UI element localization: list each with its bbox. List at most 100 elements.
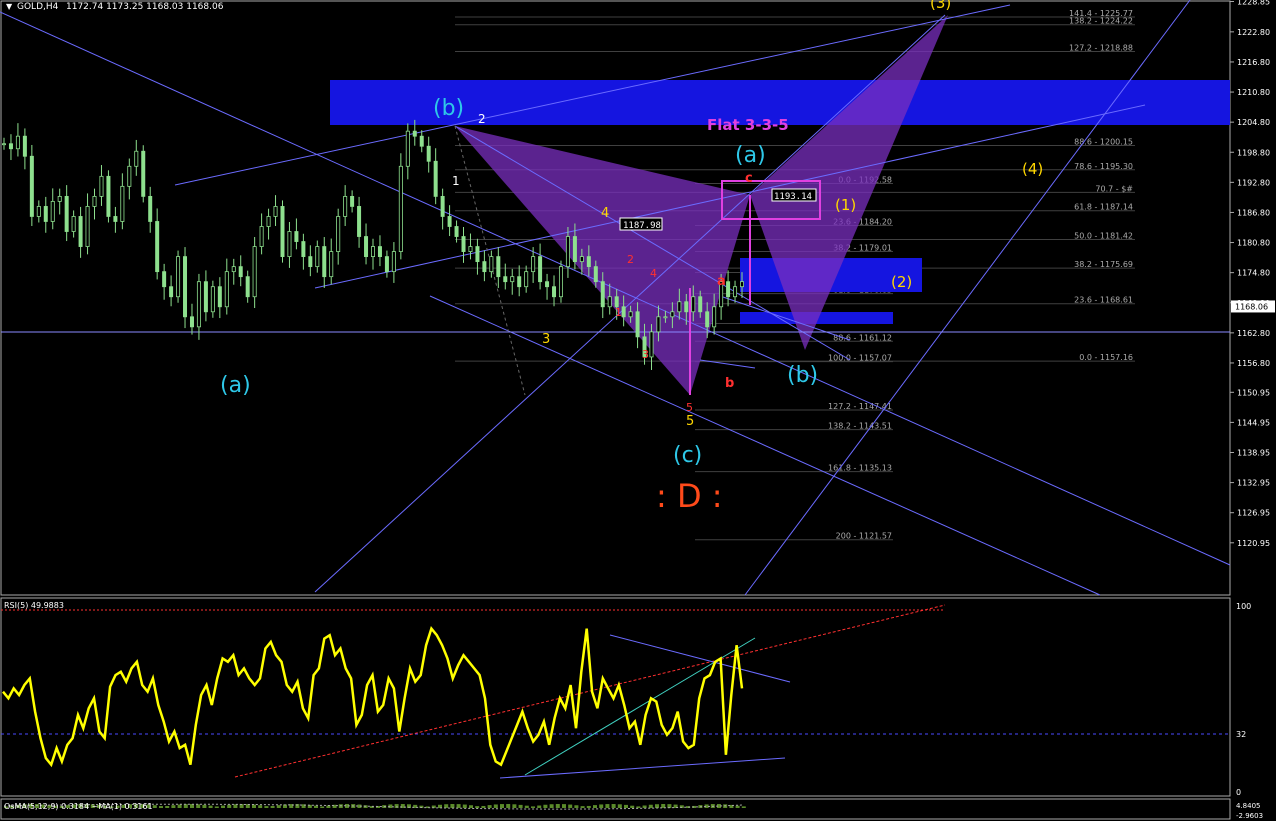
candle-body xyxy=(433,160,438,197)
wave-label-b-top: (b) xyxy=(433,96,464,121)
candle-body xyxy=(350,195,355,207)
price-tick-label: 1186.80 xyxy=(1237,208,1270,217)
candle-body xyxy=(698,296,703,313)
osma-bar xyxy=(636,806,641,808)
osma-bar xyxy=(214,806,219,808)
candle-body xyxy=(15,135,20,150)
price-tick-label: 1228.85 xyxy=(1237,0,1270,7)
candle-body xyxy=(287,231,292,257)
candle-body xyxy=(92,195,97,207)
candle-body xyxy=(120,185,125,222)
osma-bar xyxy=(493,804,498,808)
osma-bar xyxy=(512,804,517,808)
osma-label: OsMA(5,12,9) 0.3184 ~MA(1) 0.3161 xyxy=(4,802,153,811)
osma-bar xyxy=(177,804,182,808)
osma-axis-bottom: -2.9603 xyxy=(1236,812,1263,820)
osma-bar xyxy=(444,804,449,808)
osma-bar xyxy=(524,805,529,808)
candle-body xyxy=(308,256,313,268)
osma-bar xyxy=(537,805,542,808)
price-tick-label: 1192.80 xyxy=(1237,178,1270,187)
osma-bar xyxy=(264,806,269,808)
count-white-2: 2 xyxy=(478,112,486,126)
osma-bar xyxy=(543,804,548,808)
count-red-4: 4 xyxy=(650,267,657,280)
candle-body xyxy=(273,206,278,217)
trading-chart[interactable]: 141.4 - 1225.77138.2 - 1224.22127.2 - 12… xyxy=(0,0,1276,821)
count-red-2: 2 xyxy=(627,253,634,266)
candle-body xyxy=(127,165,132,187)
count-red-3: 3 xyxy=(642,348,649,361)
wave-label-4: (4) xyxy=(1022,160,1043,178)
price-tag-2: 1193.14 xyxy=(774,192,812,202)
candle-body xyxy=(538,256,543,283)
price-tick-label: 1204.80 xyxy=(1237,118,1270,127)
candle-body xyxy=(600,281,605,308)
candle-body xyxy=(322,246,327,278)
osma-bar xyxy=(456,804,461,808)
candle-body xyxy=(343,195,348,217)
candle-body xyxy=(496,256,501,278)
candle-body xyxy=(489,256,494,273)
candle-body xyxy=(447,216,452,227)
osma-bar xyxy=(208,805,213,808)
osma-bar xyxy=(599,804,604,808)
candle-body xyxy=(113,216,118,222)
candle-body xyxy=(162,271,167,288)
osma-bar xyxy=(506,804,511,808)
candle-body xyxy=(663,316,668,319)
osma-bar xyxy=(270,805,275,808)
osma-bar xyxy=(276,805,281,808)
osma-bar xyxy=(617,804,622,808)
candle-body xyxy=(545,281,550,288)
price-tick-label: 1162.80 xyxy=(1237,329,1270,338)
price-tick-label: 1138.95 xyxy=(1237,448,1270,457)
candle-body xyxy=(189,316,194,328)
candle-body xyxy=(517,276,522,288)
candle-body xyxy=(377,246,382,257)
candle-body xyxy=(726,281,731,298)
fib-label-mid: 138.2 - 1143.51 xyxy=(828,422,892,431)
candle-body xyxy=(391,251,396,273)
osma-bar xyxy=(258,805,263,808)
candle-body xyxy=(245,276,250,298)
price-tick-label: 1126.95 xyxy=(1237,509,1270,518)
rsi-axis-0: 0 xyxy=(1236,788,1241,797)
candle-body xyxy=(259,226,264,247)
osma-bar xyxy=(462,804,467,808)
candle-body xyxy=(572,236,577,263)
osma-bar xyxy=(196,804,201,808)
osma-bar xyxy=(500,804,504,808)
candle-body xyxy=(579,256,584,263)
candle-body xyxy=(461,236,466,252)
candle-body xyxy=(677,301,682,313)
candle-body xyxy=(134,150,139,167)
price-tick-label: 1144.95 xyxy=(1237,418,1270,427)
wave-label-1: (1) xyxy=(835,196,856,214)
wave-label-small-b: b xyxy=(725,376,734,391)
candle-body xyxy=(71,216,76,232)
fib-label-right: 88.6 - 1200.15 xyxy=(1074,137,1133,146)
candle-body xyxy=(419,135,424,147)
price-tick-label: 1132.95 xyxy=(1237,479,1270,488)
candle-body xyxy=(593,266,598,283)
osma-axis-top: 4.8405 xyxy=(1236,802,1261,810)
fib-label-right: 78.6 - 1195.30 xyxy=(1074,162,1133,171)
fib-label-right: 70.7 - $# xyxy=(1095,184,1133,193)
collapse-arrow-icon[interactable]: ▼ xyxy=(6,2,13,11)
candle-body xyxy=(231,266,236,273)
candle-body xyxy=(169,286,174,298)
osma-bar xyxy=(562,804,566,808)
count-white-1: 1 xyxy=(452,174,460,188)
candle-body xyxy=(552,286,557,298)
price-tick-label: 1222.80 xyxy=(1237,28,1270,37)
osma-bar xyxy=(221,805,225,808)
wave-label-a-left: (a) xyxy=(220,373,251,398)
candle-body xyxy=(426,145,431,162)
osma-bar xyxy=(252,804,256,808)
osma-bar xyxy=(159,806,163,808)
candle-body xyxy=(628,311,633,318)
candle-body xyxy=(196,281,201,328)
candle-body xyxy=(656,316,661,333)
osma-bar xyxy=(648,804,653,808)
